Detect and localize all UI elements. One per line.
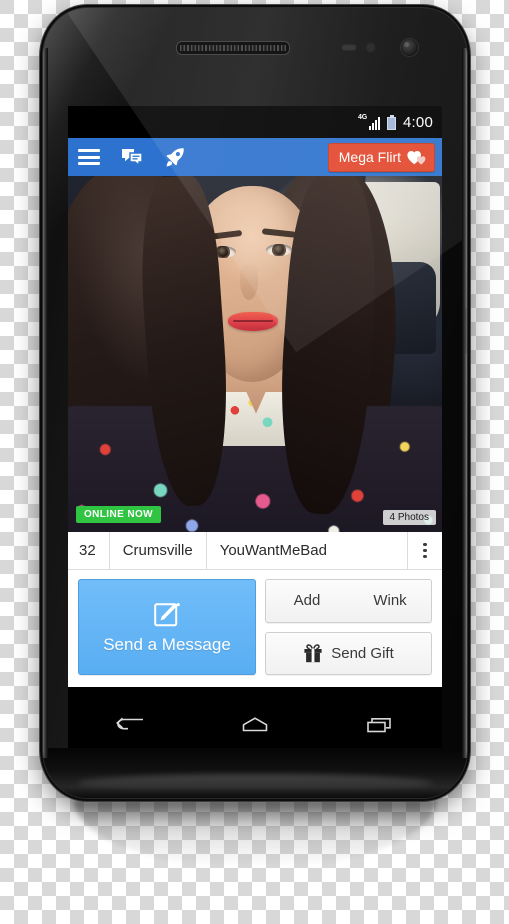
profile-age: 32 xyxy=(68,532,110,569)
profile-info-row: 32 Crumsville YouWantMeBad xyxy=(68,532,442,570)
mega-flirt-label: Mega Flirt xyxy=(338,149,401,165)
rocket-icon xyxy=(166,147,184,166)
online-now-badge: ONLINE NOW xyxy=(76,506,161,523)
boost-button[interactable] xyxy=(164,147,185,168)
pupil-right xyxy=(274,245,284,255)
phone-device: 4G 4:00 Mega Flirt ONLINE NOW 4 Photos 3… xyxy=(43,8,467,798)
lips xyxy=(228,312,278,331)
messages-button[interactable] xyxy=(121,148,143,166)
network-type-label: 4G xyxy=(358,113,367,121)
volume-rocker[interactable] xyxy=(43,240,45,302)
overflow-menu-button[interactable] xyxy=(408,532,442,569)
mega-flirt-button[interactable]: Mega Flirt xyxy=(327,142,435,172)
status-bar: 4G 4:00 xyxy=(68,106,442,138)
profile-photo[interactable]: ONLINE NOW 4 Photos xyxy=(68,176,442,532)
hamburger-menu-icon xyxy=(78,149,100,165)
pupil-left xyxy=(218,247,228,257)
app-header: Mega Flirt xyxy=(68,138,442,176)
nav-back-button[interactable] xyxy=(99,708,161,742)
phone-edge-right xyxy=(462,48,467,758)
front-camera xyxy=(401,39,418,56)
status-clock: 4:00 xyxy=(403,113,433,131)
signal-bars-icon: 4G xyxy=(358,114,380,131)
sensor-row xyxy=(43,36,467,62)
action-buttons: Send a Message Add Wink Send Gift xyxy=(68,570,442,687)
messages-icon xyxy=(122,149,143,166)
hamburger-menu-button[interactable] xyxy=(78,149,100,165)
phone-chin xyxy=(43,748,467,798)
compose-icon xyxy=(154,602,180,626)
phone-edge-left xyxy=(43,48,48,758)
overflow-menu-icon xyxy=(423,542,427,559)
android-nav-bar xyxy=(68,702,442,748)
nose xyxy=(240,262,258,300)
gift-icon xyxy=(304,643,322,662)
send-message-button[interactable]: Send a Message xyxy=(78,579,256,675)
send-message-label: Send a Message xyxy=(103,634,231,654)
battery-icon xyxy=(387,114,396,130)
phone-screen: 4G 4:00 Mega Flirt ONLINE NOW 4 Photos 3… xyxy=(68,106,442,702)
device-reflection xyxy=(74,800,436,868)
send-gift-label: Send Gift xyxy=(331,644,394,662)
add-wink-group: Add Wink xyxy=(265,579,432,623)
hearts-icon xyxy=(407,150,426,165)
earpiece-speaker xyxy=(176,41,290,55)
nav-home-button[interactable] xyxy=(224,708,286,742)
add-button[interactable]: Add xyxy=(266,580,348,622)
secondary-actions: Add Wink Send Gift xyxy=(265,579,432,675)
home-icon xyxy=(242,717,268,732)
back-arrow-icon xyxy=(116,717,144,730)
nav-recents-button[interactable] xyxy=(349,708,411,742)
photo-count-badge[interactable]: 4 Photos xyxy=(382,510,436,525)
notification-led xyxy=(341,44,357,51)
send-gift-button[interactable]: Send Gift xyxy=(265,631,432,675)
profile-username: YouWantMeBad xyxy=(207,532,408,569)
recent-apps-icon xyxy=(366,718,391,733)
proximity-sensor xyxy=(365,42,376,53)
profile-location: Crumsville xyxy=(110,532,207,569)
power-button[interactable] xyxy=(465,308,467,354)
wink-button[interactable]: Wink xyxy=(349,580,431,622)
